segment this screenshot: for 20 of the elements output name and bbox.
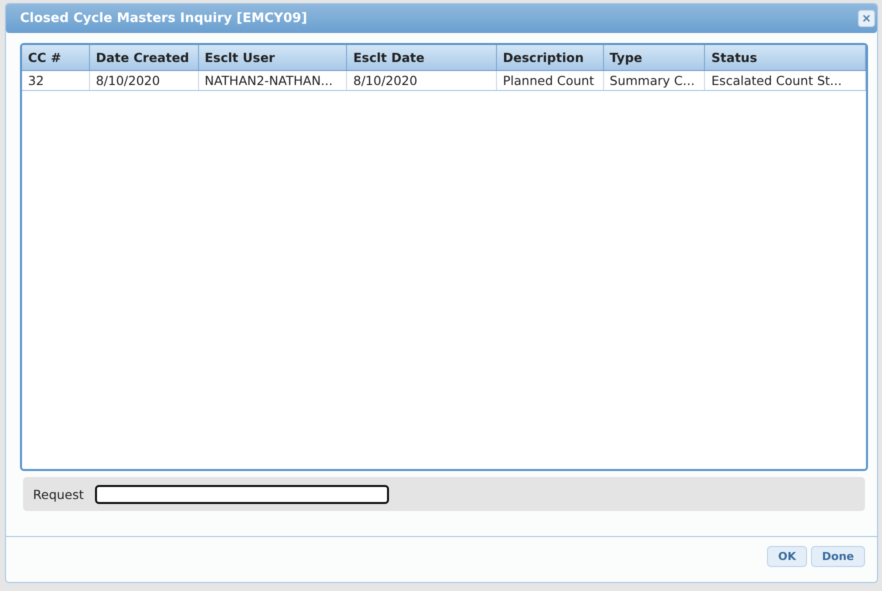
column-header[interactable]: Date Created [90, 45, 199, 70]
dialog-button[interactable]: Done [811, 546, 865, 567]
request-label: Request [33, 486, 84, 502]
table-cell: 8/10/2020 [347, 71, 497, 90]
column-header[interactable]: CC # [22, 45, 90, 70]
window-title: Closed Cycle Masters Inquiry [EMCY09] [20, 11, 308, 26]
column-header[interactable]: Status [705, 45, 866, 70]
table-row[interactable]: 32 8/10/2020 NATHAN2-NATHAN... 8/10/2020 Planned Count Summary C... Escalated Count St... [22, 71, 866, 91]
table-cell: Planned Count [496, 71, 604, 90]
table-cell: 32 [22, 71, 90, 90]
column-header[interactable]: Description [496, 45, 604, 70]
dialog-button[interactable]: OK [767, 546, 808, 567]
table-cell: Summary C... [604, 71, 706, 90]
table-cell: Escalated Count St... [705, 71, 866, 90]
column-header[interactable]: Type [604, 45, 706, 70]
request-field[interactable] [94, 484, 389, 504]
column-header[interactable]: Esclt User [198, 45, 348, 70]
column-header[interactable]: Esclt Date [347, 45, 497, 70]
table-cell: NATHAN2-NATHAN... [198, 71, 348, 90]
table-cell: 8/10/2020 [90, 71, 199, 90]
